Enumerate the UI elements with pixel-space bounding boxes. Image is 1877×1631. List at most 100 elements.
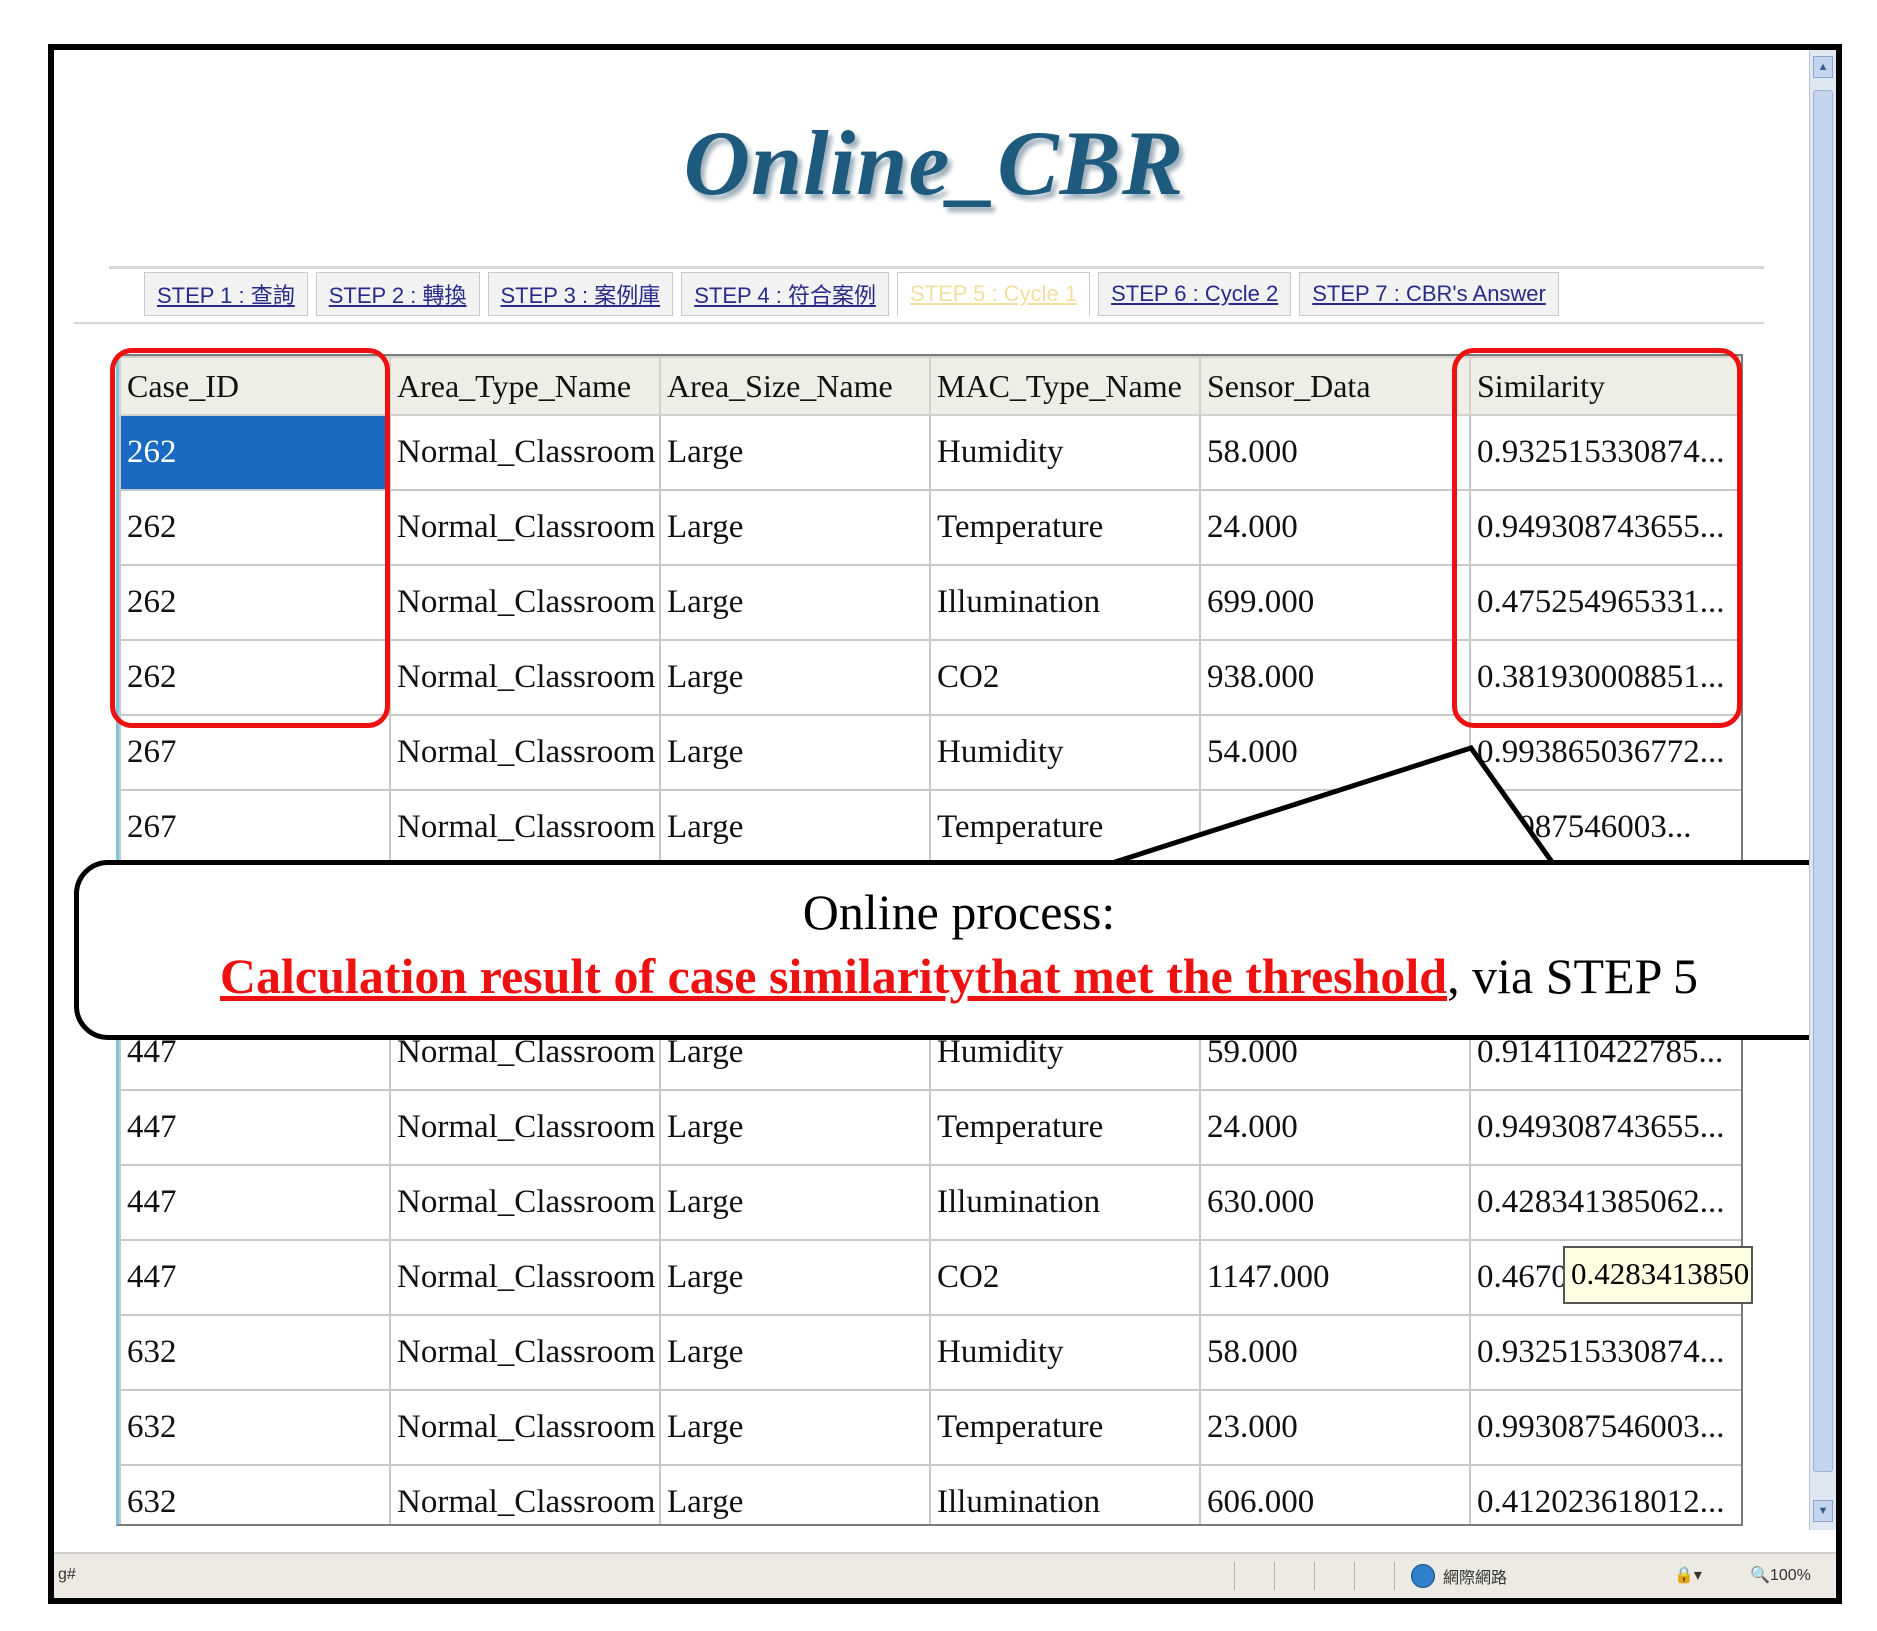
cell-sensor-data[interactable]: 938.000 (1199, 639, 1471, 716)
cell-area-type[interactable]: Normal_Classroom (389, 714, 661, 791)
cell-sensor-data[interactable]: 606.000 (1199, 1464, 1471, 1524)
cell-case-id[interactable]: 267 (119, 789, 391, 866)
cell-area-type[interactable]: Normal_Classroom (389, 639, 661, 716)
vertical-scrollbar[interactable]: ▲ ▼ (1809, 50, 1836, 1530)
cell-area-type[interactable]: Normal_Classroom (389, 1464, 661, 1524)
cell-sensor-data[interactable]: 630.000 (1199, 1164, 1471, 1241)
table-row[interactable]: 447 Normal_Classroom Large Temperature 24.00… (119, 1089, 1741, 1166)
table-row[interactable]: 632 Normal_Classroom Large Humidity 58.000 0.… (119, 1314, 1741, 1391)
cell-sensor-data[interactable]: 58.000 (1199, 1314, 1471, 1391)
cell-similarity[interactable]: 0.412023618012... (1469, 1464, 1741, 1524)
cell-area-size[interactable]: Large (659, 1164, 931, 1241)
cell-mac-type[interactable]: Illumination (929, 1164, 1201, 1241)
cell-area-type[interactable]: Normal_Classroom (389, 1089, 661, 1166)
cell-case-id[interactable]: 632 (119, 1314, 391, 1391)
cell-case-id[interactable]: 262 (119, 564, 391, 641)
column-header-similarity[interactable]: Similarity (1469, 356, 1741, 416)
cell-case-id[interactable]: 262 (119, 414, 391, 491)
table-row[interactable]: 262 Normal_Classroom Large Humidity 58.000 0.… (119, 414, 1741, 491)
cell-similarity[interactable]: 0.428341385062... (1469, 1164, 1741, 1241)
cell-case-id[interactable]: 632 (119, 1464, 391, 1524)
tab-step-6[interactable]: STEP 6 : Cycle 2 (1098, 272, 1292, 316)
cell-mac-type[interactable]: Humidity (929, 1314, 1201, 1391)
column-header-case-id[interactable]: Case_ID (119, 356, 391, 416)
tab-step-1[interactable]: STEP 1 : 查詢 (144, 272, 308, 316)
cell-area-type[interactable]: Normal_Classroom (389, 1164, 661, 1241)
cell-area-type[interactable]: Normal_Classroom (389, 789, 661, 866)
cell-sensor-data[interactable]: 23.000 (1199, 1389, 1471, 1466)
cell-sensor-data[interactable] (1199, 789, 1471, 866)
cell-area-type[interactable]: Normal_Classroom (389, 564, 661, 641)
tab-step-5[interactable]: STEP 5 : Cycle 1 (897, 272, 1091, 316)
cell-case-id[interactable]: 262 (119, 489, 391, 566)
cell-area-type[interactable]: Normal_Classroom (389, 414, 661, 491)
cell-similarity[interactable]: 0.949308743655... (1469, 489, 1741, 566)
cell-sensor-data[interactable]: 54.000 (1199, 714, 1471, 791)
lock-icon[interactable]: 🔒▾ (1674, 1565, 1702, 1585)
cell-mac-type[interactable]: Temperature (929, 789, 1201, 866)
table-row[interactable]: 632 Normal_Classroom Large Temperature 23.00… (119, 1389, 1741, 1466)
tab-step-4[interactable]: STEP 4 : 符合案例 (681, 272, 889, 316)
cell-area-size[interactable]: Large (659, 639, 931, 716)
cell-area-size[interactable]: Large (659, 1239, 931, 1316)
cell-area-size[interactable]: Large (659, 1314, 931, 1391)
cell-sensor-data[interactable]: 58.000 (1199, 414, 1471, 491)
tab-step-2[interactable]: STEP 2 : 轉換 (315, 272, 480, 316)
tab-step-3[interactable]: STEP 3 : 案例庫 (487, 272, 674, 316)
cell-similarity[interactable]: 0.993087546003... (1469, 1389, 1741, 1466)
table-row[interactable]: 267 Normal_Classroom Large Humidity 54.000 0.… (119, 714, 1741, 791)
cell-similarity[interactable]: 0.932515330874... (1469, 414, 1741, 491)
cell-mac-type[interactable]: Illumination (929, 1464, 1201, 1524)
cell-area-size[interactable]: Large (659, 1089, 931, 1166)
cell-case-id[interactable]: 632 (119, 1389, 391, 1466)
table-row[interactable]: 447 Normal_Classroom Large CO2 1147.000 0.467… (119, 1239, 1741, 1316)
table-row[interactable]: 262 Normal_Classroom Large CO2 938.000 0.3819… (119, 639, 1741, 716)
cell-similarity[interactable]: 0.949308743655... (1469, 1089, 1741, 1166)
cell-mac-type[interactable]: Temperature (929, 1089, 1201, 1166)
cell-area-size[interactable]: Large (659, 489, 931, 566)
cell-area-type[interactable]: Normal_Classroom (389, 489, 661, 566)
cell-similarity[interactable]: ...3087546003... (1469, 789, 1741, 866)
tab-step-7[interactable]: STEP 7 : CBR's Answer (1299, 272, 1559, 316)
column-header-sensor-data[interactable]: Sensor_Data (1199, 356, 1471, 416)
cell-area-type[interactable]: Normal_Classroom (389, 1314, 661, 1391)
cell-area-type[interactable]: Normal_Classroom (389, 1389, 661, 1466)
cell-area-size[interactable]: Large (659, 1389, 931, 1466)
cell-case-id[interactable]: 267 (119, 714, 391, 791)
cell-sensor-data[interactable]: 24.000 (1199, 489, 1471, 566)
cell-sensor-data[interactable]: 699.000 (1199, 564, 1471, 641)
table-row[interactable]: 262 Normal_Classroom Large Illumination 699.… (119, 564, 1741, 641)
cell-sensor-data[interactable]: 1147.000 (1199, 1239, 1471, 1316)
cell-case-id[interactable]: 447 (119, 1164, 391, 1241)
cell-area-size[interactable]: Large (659, 714, 931, 791)
scroll-up-icon[interactable]: ▲ (1813, 56, 1833, 78)
cell-mac-type[interactable]: CO2 (929, 1239, 1201, 1316)
cell-case-id[interactable]: 447 (119, 1239, 391, 1316)
scroll-thumb[interactable] (1813, 90, 1833, 1472)
cell-area-size[interactable]: Large (659, 414, 931, 491)
cell-mac-type[interactable]: Illumination (929, 564, 1201, 641)
cell-similarity[interactable]: 0.381930008851... (1469, 639, 1741, 716)
column-header-mac-type[interactable]: MAC_Type_Name (929, 356, 1201, 416)
scroll-down-icon[interactable]: ▼ (1813, 1500, 1833, 1522)
table-row[interactable]: 632 Normal_Classroom Large Illumination 606.… (119, 1464, 1741, 1524)
table-row[interactable]: 262 Normal_Classroom Large Temperature 24.00… (119, 489, 1741, 566)
security-zone[interactable]: 網際網路 (1411, 1564, 1507, 1588)
cell-mac-type[interactable]: Humidity (929, 714, 1201, 791)
cell-sensor-data[interactable]: 24.000 (1199, 1089, 1471, 1166)
table-row[interactable]: 267 Normal_Classroom Large Temperature ...30… (119, 789, 1741, 866)
column-header-area-size[interactable]: Area_Size_Name (659, 356, 931, 416)
cell-similarity[interactable]: 0.932515330874... (1469, 1314, 1741, 1391)
zoom-level[interactable]: 🔍100% (1750, 1565, 1811, 1585)
cell-area-type[interactable]: Normal_Classroom (389, 1239, 661, 1316)
cell-area-size[interactable]: Large (659, 564, 931, 641)
cell-case-id[interactable]: 262 (119, 639, 391, 716)
cell-similarity[interactable]: 0.993865036772... (1469, 714, 1741, 791)
column-header-area-type[interactable]: Area_Type_Name (389, 356, 661, 416)
cell-mac-type[interactable]: CO2 (929, 639, 1201, 716)
cell-mac-type[interactable]: Temperature (929, 1389, 1201, 1466)
table-row[interactable]: 447 Normal_Classroom Large Illumination 630.… (119, 1164, 1741, 1241)
cell-mac-type[interactable]: Temperature (929, 489, 1201, 566)
cell-mac-type[interactable]: Humidity (929, 414, 1201, 491)
cell-area-size[interactable]: Large (659, 1464, 931, 1524)
